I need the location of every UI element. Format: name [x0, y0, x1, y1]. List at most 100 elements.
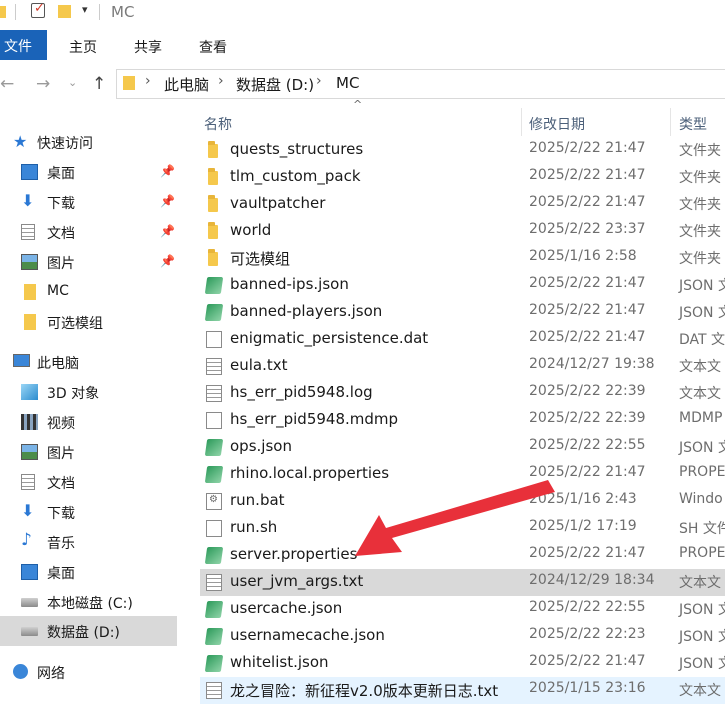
file-name: run.sh: [230, 518, 278, 536]
nav-videos[interactable]: 视频: [0, 407, 177, 437]
tab-view[interactable]: 查看: [199, 37, 227, 57]
drive-icon: [21, 627, 38, 636]
back-arrow-icon[interactable]: ←: [0, 74, 14, 94]
text-file-icon: [206, 574, 222, 591]
nav-local-disk-c[interactable]: 本地磁盘 (C:): [0, 587, 177, 617]
file-modified-date: 2025/2/22 21:47: [529, 167, 646, 183]
breadcrumb-data-drive[interactable]: 数据盘 (D:): [236, 74, 314, 95]
chevron-right-icon[interactable]: ›: [316, 73, 322, 89]
file-type: JSON 文: [679, 602, 725, 618]
file-row[interactable]: user_jvm_args.txt 2024/12/29 18:34 文本文: [200, 569, 725, 596]
pin-icon[interactable]: 📌: [160, 224, 175, 238]
file-name: usernamecache.json: [230, 626, 385, 644]
file-modified-date: 2025/2/22 22:39: [529, 383, 646, 399]
folder-icon: [208, 222, 218, 239]
file-name: eula.txt: [230, 356, 288, 374]
file-row[interactable]: 可选模组 2025/1/16 2:58 文件夹: [200, 245, 725, 272]
column-header-type[interactable]: 类型: [679, 114, 707, 134]
nav-network[interactable]: 网络: [0, 657, 177, 687]
nav-desktop-pc[interactable]: 桌面: [0, 557, 177, 587]
column-divider[interactable]: [670, 108, 671, 136]
download-icon: ⬇: [21, 501, 35, 520]
tab-share[interactable]: 共享: [134, 37, 162, 57]
file-type: 文本文: [679, 683, 721, 699]
file-row[interactable]: usernamecache.json 2025/2/22 22:23 JSON 文: [200, 623, 725, 650]
column-header-date[interactable]: 修改日期: [529, 114, 585, 134]
file-row[interactable]: world 2025/2/22 23:37 文件夹: [200, 218, 725, 245]
json-file-icon: [204, 277, 224, 294]
video-icon: [21, 414, 38, 430]
desktop-icon: [21, 564, 38, 580]
file-modified-date: 2025/1/2 17:19: [529, 518, 637, 534]
json-file-icon: [204, 655, 224, 672]
nav-documents-pc[interactable]: 文档: [0, 467, 177, 497]
new-folder-icon[interactable]: [58, 5, 71, 18]
nav-pictures[interactable]: 图片 📌: [0, 247, 177, 277]
file-row[interactable]: run.sh 2025/1/2 17:19 SH 文件: [200, 515, 725, 542]
file-name: usercache.json: [230, 599, 343, 617]
nav-quick-access[interactable]: ★ 快速访问: [0, 127, 177, 157]
file-type: 文件夹: [679, 197, 721, 213]
breadcrumb-this-pc[interactable]: 此电脑: [164, 74, 209, 95]
quick-access-dropdown-icon[interactable]: ▾: [82, 3, 88, 16]
recent-locations-chevron-icon[interactable]: ⌄: [68, 76, 77, 89]
file-row[interactable]: banned-players.json 2025/2/22 21:47 JSON 文: [200, 299, 725, 326]
file-row[interactable]: rhino.local.properties 2025/2/22 21:47 PRO…: [200, 461, 725, 488]
nav-3d-objects[interactable]: 3D 对象: [0, 377, 177, 407]
file-row[interactable]: enigmatic_persistence.dat 2025/2/22 21:47…: [200, 326, 725, 353]
column-divider[interactable]: [521, 108, 522, 136]
forward-arrow-icon[interactable]: →: [36, 74, 50, 94]
up-arrow-icon[interactable]: ↑: [92, 74, 106, 94]
file-row[interactable]: ops.json 2025/2/22 22:55 JSON 文: [200, 434, 725, 461]
file-type: 文件夹: [679, 143, 721, 159]
folder-icon: [123, 76, 135, 90]
nav-desktop[interactable]: 桌面 📌: [0, 157, 177, 187]
file-row[interactable]: eula.txt 2024/12/27 19:38 文本文: [200, 353, 725, 380]
nav-pictures-pc[interactable]: 图片: [0, 437, 177, 467]
file-row[interactable]: banned-ips.json 2025/2/22 21:47 JSON 文: [200, 272, 725, 299]
chevron-right-icon[interactable]: ›: [218, 73, 224, 89]
json-file-icon: [204, 547, 224, 564]
file-row[interactable]: run.bat 2025/1/16 2:43 Windo: [200, 488, 725, 515]
pin-icon[interactable]: 📌: [160, 164, 175, 178]
nav-mc[interactable]: MC: [0, 277, 177, 307]
json-file-icon: [204, 466, 224, 483]
breadcrumb-mc[interactable]: MC: [336, 74, 359, 92]
file-modified-date: 2025/1/16 2:58: [529, 248, 637, 264]
file-row[interactable]: usercache.json 2025/2/22 22:55 JSON 文: [200, 596, 725, 623]
file-row[interactable]: server.properties 2025/2/22 21:47 PROPE: [200, 542, 725, 569]
folder-icon: [24, 314, 36, 330]
nav-downloads-pc[interactable]: ⬇ 下载: [0, 497, 177, 527]
pin-icon[interactable]: 📌: [160, 194, 175, 208]
tab-home[interactable]: 主页: [69, 37, 97, 57]
column-header-name[interactable]: 名称: [204, 114, 232, 134]
nav-data-drive-d[interactable]: 数据盘 (D:): [0, 616, 177, 646]
file-modified-date: 2025/1/16 2:43: [529, 491, 637, 507]
file-row[interactable]: quests_structures 2025/2/22 21:47 文件夹: [200, 137, 725, 164]
file-modified-date: 2025/2/22 21:47: [529, 302, 646, 318]
nav-documents[interactable]: 文档 📌: [0, 217, 177, 247]
folder-icon: [208, 249, 218, 266]
tab-file[interactable]: 文件: [0, 30, 47, 60]
pin-icon[interactable]: 📌: [160, 254, 175, 268]
file-name: hs_err_pid5948.mdmp: [230, 410, 399, 428]
file-name: world: [230, 221, 272, 239]
drive-icon: [21, 598, 38, 607]
file-modified-date: 2025/1/15 23:16: [529, 680, 646, 696]
nav-downloads[interactable]: ⬇ 下载 📌: [0, 187, 177, 217]
nav-music[interactable]: ♪ 音乐: [0, 527, 177, 557]
file-row[interactable]: vaultpatcher 2025/2/22 21:47 文件夹: [200, 191, 725, 218]
nav-optional-mods[interactable]: 可选模组: [0, 307, 177, 337]
file-row[interactable]: hs_err_pid5948.log 2025/2/22 22:39 文本文: [200, 380, 725, 407]
properties-checkbox-icon[interactable]: ✓: [31, 1, 45, 18]
address-bar[interactable]: › 此电脑 › 数据盘 (D:) › MC: [116, 69, 725, 99]
file-modified-date: 2025/2/22 22:55: [529, 599, 646, 615]
file-row[interactable]: hs_err_pid5948.mdmp 2025/2/22 22:39 MDMP: [200, 407, 725, 434]
file-type: 文件夹: [679, 251, 721, 267]
chevron-right-icon[interactable]: ›: [145, 73, 151, 89]
file-row[interactable]: whitelist.json 2025/2/22 21:47 JSON 文: [200, 650, 725, 677]
file-row[interactable]: 龙之冒险：新征程v2.0版本更新日志.txt 2025/1/15 23:16 文本文: [200, 677, 725, 704]
file-type: 文件夹: [679, 170, 721, 186]
file-row[interactable]: tlm_custom_pack 2025/2/22 21:47 文件夹: [200, 164, 725, 191]
nav-this-pc[interactable]: 此电脑: [0, 347, 177, 377]
